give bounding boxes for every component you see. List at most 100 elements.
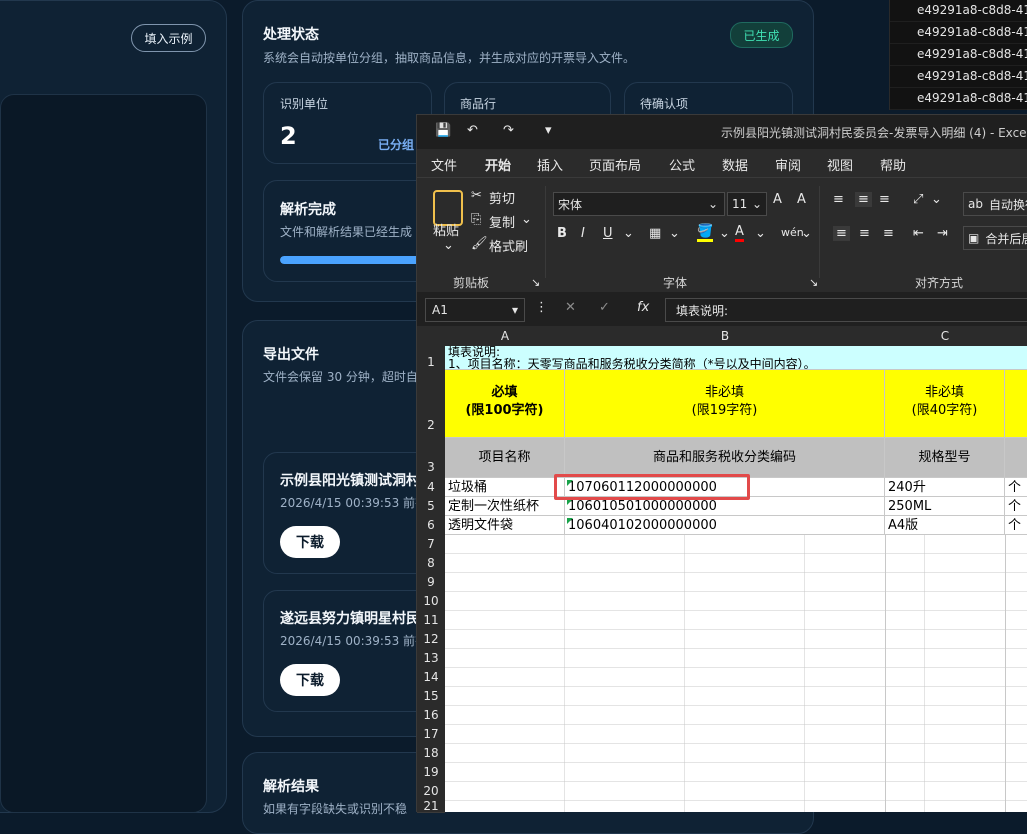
menu-review[interactable]: 审阅 <box>775 155 801 174</box>
cell-C2[interactable]: 非必填 (限40字符) <box>885 370 1005 438</box>
copy-label[interactable]: 复制 <box>489 212 515 231</box>
copy-icon[interactable]: ⎘ <box>471 212 481 227</box>
copy-dropdown-icon[interactable]: ⌄ <box>521 212 532 227</box>
enter-icon[interactable]: ✓ <box>599 300 610 315</box>
row-header[interactable]: 10 <box>417 592 445 612</box>
increase-font-icon[interactable]: A <box>773 192 782 207</box>
font-size-select[interactable]: 11 ⌄ <box>727 192 767 216</box>
row-header[interactable]: 4 <box>417 478 445 498</box>
menu-data[interactable]: 数据 <box>722 155 748 174</box>
align-bottom-icon[interactable]: ≡ <box>879 192 890 207</box>
row-header[interactable]: 12 <box>417 630 445 650</box>
font-color-dropdown-icon[interactable]: ⌄ <box>755 226 766 241</box>
column-header-C[interactable]: C <box>885 326 1006 346</box>
align-center-icon[interactable]: ≡ <box>859 226 870 241</box>
menu-page-layout[interactable]: 页面布局 <box>589 155 641 174</box>
orientation-icon[interactable]: ⤢ <box>913 192 923 207</box>
row-header[interactable]: 16 <box>417 706 445 726</box>
underline-icon[interactable]: U <box>603 226 613 241</box>
fill-example-button[interactable]: 填入示例 <box>131 24 206 52</box>
name-box[interactable]: A1 ▾ <box>425 298 525 322</box>
undo-icon[interactable]: ↶ <box>467 123 478 138</box>
cell-B3[interactable]: 商品和服务税收分类编码 <box>565 438 885 478</box>
increase-indent-icon[interactable]: ⇥ <box>937 226 948 241</box>
select-all-corner[interactable] <box>417 326 446 347</box>
row-header[interactable]: 17 <box>417 725 445 745</box>
row-header[interactable]: 3 <box>417 438 445 479</box>
row-header[interactable]: 20 <box>417 782 445 802</box>
wrap-text-button[interactable]: ab 自动换行 <box>963 192 1027 216</box>
row-header[interactable]: 1 <box>417 346 445 371</box>
download-button-1[interactable]: 下载 <box>280 526 340 558</box>
redo-icon[interactable]: ↷ <box>503 123 514 138</box>
column-header-B[interactable]: B <box>565 326 886 346</box>
formula-input[interactable]: 填表说明: <box>665 298 1027 322</box>
menu-file[interactable]: 文件 <box>431 155 457 174</box>
font-name-select[interactable]: 宋体 ⌄ <box>553 192 725 216</box>
column-header-D[interactable] <box>1005 326 1027 346</box>
cell-B6[interactable]: 106040102000000000 <box>565 516 885 535</box>
paste-dropdown-icon[interactable]: ⌄ <box>443 238 454 253</box>
cell-C3[interactable]: 规格型号 <box>885 438 1005 478</box>
format-painter-icon[interactable]: 🖌 <box>471 236 488 251</box>
row-header[interactable]: 8 <box>417 554 445 574</box>
row-header[interactable]: 7 <box>417 535 445 555</box>
fill-color-icon[interactable]: 🪣 <box>697 224 714 242</box>
bold-icon[interactable]: B <box>557 226 567 241</box>
cell-C5[interactable]: 250ML <box>885 497 1005 516</box>
cancel-icon[interactable]: ✕ <box>565 300 576 315</box>
merge-center-button[interactable]: ▣ 合并后居 <box>963 226 1027 250</box>
cell-A6[interactable]: 透明文件袋 <box>445 516 565 535</box>
row-header[interactable]: 21 <box>417 801 445 813</box>
grid-empty-area[interactable] <box>445 535 1027 812</box>
row-header[interactable]: 11 <box>417 611 445 631</box>
cell-A3[interactable]: 项目名称 <box>445 438 565 478</box>
fill-color-dropdown-icon[interactable]: ⌄ <box>719 226 730 241</box>
cell-A1[interactable]: 填表说明: 1、项目名称：天零写商品和服务税收分类简称（*号以及中间内容）。 <box>445 346 1027 370</box>
clipboard-launcher-icon[interactable]: ↘ <box>531 276 540 289</box>
menu-insert[interactable]: 插入 <box>537 155 563 174</box>
quick-access-dropdown-icon[interactable]: ▾ <box>545 123 552 138</box>
cell-D3[interactable] <box>1005 438 1027 478</box>
align-top-icon[interactable]: ≡ <box>833 192 844 207</box>
format-painter-label[interactable]: 格式刷 <box>489 236 528 255</box>
cell-error-indicator[interactable] <box>567 518 573 524</box>
cell-A4[interactable]: 垃圾桶 <box>445 478 565 497</box>
column-header-A[interactable]: A <box>445 326 566 346</box>
insert-function-icon[interactable]: fx <box>637 300 649 315</box>
cell-D6[interactable]: 个 <box>1005 516 1027 535</box>
row-header[interactable]: 5 <box>417 497 445 517</box>
row-header[interactable]: 2 <box>417 370 445 439</box>
row-header[interactable]: 18 <box>417 744 445 764</box>
decrease-font-icon[interactable]: A <box>797 192 806 207</box>
menu-help[interactable]: 帮助 <box>880 155 906 174</box>
cut-icon[interactable]: ✂ <box>471 188 482 203</box>
phonetic-dropdown-icon[interactable]: ⌄ <box>801 226 812 241</box>
align-left-icon[interactable]: ≡ <box>833 226 850 241</box>
menu-home[interactable]: 开始 <box>485 155 512 180</box>
align-middle-icon[interactable]: ≡ <box>855 192 872 207</box>
formula-options-icon[interactable]: ⋮ <box>535 300 548 315</box>
italic-icon[interactable]: I <box>581 226 585 241</box>
align-right-icon[interactable]: ≡ <box>883 226 894 241</box>
cut-label[interactable]: 剪切 <box>489 188 515 207</box>
font-launcher-icon[interactable]: ↘ <box>809 276 818 289</box>
cell-C6[interactable]: A4版 <box>885 516 1005 535</box>
save-icon[interactable]: 💾 <box>435 123 451 138</box>
underline-dropdown-icon[interactable]: ⌄ <box>623 226 634 241</box>
row-header[interactable]: 6 <box>417 516 445 536</box>
menu-view[interactable]: 视图 <box>827 155 853 174</box>
download-button-2[interactable]: 下载 <box>280 664 340 696</box>
borders-dropdown-icon[interactable]: ⌄ <box>669 226 680 241</box>
row-header[interactable]: 13 <box>417 649 445 669</box>
cell-C4[interactable]: 240升 <box>885 478 1005 497</box>
row-header[interactable]: 14 <box>417 668 445 688</box>
decrease-indent-icon[interactable]: ⇤ <box>913 226 924 241</box>
row-header[interactable]: 15 <box>417 687 445 707</box>
cell-D4[interactable]: 个 <box>1005 478 1027 497</box>
row-header[interactable]: 9 <box>417 573 445 593</box>
borders-icon[interactable]: ▦ <box>649 226 661 241</box>
cell-B2[interactable]: 非必填 (限19字符) <box>565 370 885 438</box>
orientation-dropdown-icon[interactable]: ⌄ <box>931 192 942 207</box>
cell-D5[interactable]: 个 <box>1005 497 1027 516</box>
